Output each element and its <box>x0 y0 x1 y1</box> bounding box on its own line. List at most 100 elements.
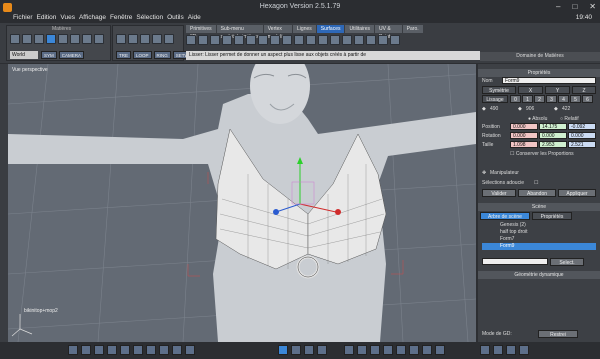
rotate-icon[interactable] <box>58 34 68 44</box>
view-side-icon[interactable] <box>81 345 91 355</box>
settings-icon[interactable] <box>519 345 529 355</box>
extrude-icon[interactable] <box>198 35 208 45</box>
apply-button[interactable]: Appliquer <box>558 189 596 197</box>
bridge-icon[interactable] <box>342 35 352 45</box>
smooth-icon[interactable] <box>186 35 196 45</box>
relative-radio[interactable]: ○ Relatif <box>560 116 579 122</box>
reset-camera-icon[interactable] <box>185 345 195 355</box>
select-field[interactable] <box>482 258 548 265</box>
render-icon[interactable] <box>435 345 445 355</box>
xray-icon[interactable] <box>422 345 432 355</box>
camera-button[interactable]: CAMERA <box>58 51 85 59</box>
subdivide-icon[interactable] <box>354 35 364 45</box>
universal-manip-icon[interactable] <box>82 34 92 44</box>
paint-select-icon[interactable] <box>34 34 44 44</box>
object-mode-icon[interactable] <box>152 34 162 44</box>
shading-smooth-icon[interactable] <box>344 345 354 355</box>
tube-icon[interactable] <box>270 35 280 45</box>
menu-affichage[interactable]: Affichage <box>79 14 106 21</box>
tab-sculpt-primitives[interactable]: Sub-menu sculpts/primitives <box>216 25 263 40</box>
keep-proportions-checkbox[interactable]: ☐ Conserver les Proportions <box>510 151 574 157</box>
sym-x-button[interactable]: X <box>518 86 543 94</box>
magnet-icon[interactable] <box>304 345 314 355</box>
space-select[interactable]: World <box>10 51 38 59</box>
view-top-icon[interactable] <box>94 345 104 355</box>
maximize-icon[interactable]: □ <box>572 2 577 11</box>
snap-grid-icon[interactable] <box>291 345 301 355</box>
shading-wire-icon[interactable] <box>370 345 380 355</box>
menu-aide[interactable]: Aide <box>188 14 201 21</box>
revolve-icon[interactable] <box>210 35 220 45</box>
position-x-field[interactable]: 0.000 <box>510 123 538 130</box>
smooth-level-1[interactable]: 1 <box>522 95 533 103</box>
shadow-icon[interactable] <box>409 345 419 355</box>
edge-mode-icon[interactable] <box>128 34 138 44</box>
face-mode-icon[interactable] <box>140 34 150 44</box>
size-x-field[interactable]: 1.098 <box>510 141 538 148</box>
blend-icon[interactable] <box>366 35 376 45</box>
tab-vertex-modeling[interactable]: Vertex modeling <box>263 25 293 40</box>
select-arrow-icon[interactable] <box>10 34 20 44</box>
snap-icon[interactable] <box>94 34 104 44</box>
camera-orbit-icon[interactable] <box>133 345 143 355</box>
ring-button[interactable]: RING <box>153 51 171 59</box>
tab-paro[interactable]: Paro. <box>402 25 423 33</box>
shell-icon[interactable] <box>306 35 316 45</box>
boolean-icon[interactable] <box>318 35 328 45</box>
tab-uv-peinture[interactable]: UV & Peinture <box>375 25 402 40</box>
redo-icon[interactable] <box>493 345 503 355</box>
position-z-field[interactable]: -0.092 <box>568 123 596 130</box>
position-y-field[interactable]: 14.175 <box>539 123 567 130</box>
rotation-x-field[interactable]: 0.000 <box>510 132 538 139</box>
grid-toggle-icon[interactable] <box>278 345 288 355</box>
sym-z-button[interactable]: Z <box>572 86 596 94</box>
move-icon[interactable] <box>46 34 56 44</box>
smooth-level-5[interactable]: 5 <box>570 95 581 103</box>
tab-surfaces[interactable]: Surfaces <box>316 25 345 33</box>
smooth-level-6[interactable]: 6 <box>582 95 593 103</box>
light-icon[interactable] <box>396 345 406 355</box>
lasso-icon[interactable] <box>22 34 32 44</box>
trim-icon[interactable] <box>378 35 388 45</box>
sym-button[interactable]: SYM <box>41 51 57 59</box>
vertex-mode-icon[interactable] <box>116 34 126 44</box>
abandon-button[interactable]: Abandon <box>518 189 556 197</box>
menu-fichier[interactable]: Fichier <box>13 14 33 21</box>
rotation-y-field[interactable]: 0.000 <box>539 132 567 139</box>
tre-button[interactable]: TRE <box>116 51 131 59</box>
tab-primitives-3d[interactable]: Primitives 3D <box>186 25 216 40</box>
tree-item-genesis[interactable]: Genesis (2) <box>482 222 596 229</box>
view-front-icon[interactable] <box>68 345 78 355</box>
view-perspective-icon[interactable] <box>107 345 117 355</box>
tab-lignes[interactable]: Lignes <box>293 25 316 33</box>
rotation-z-field[interactable]: 0.000 <box>568 132 596 139</box>
lock-icon[interactable] <box>317 345 327 355</box>
3d-viewport[interactable]: Vue perspective bikinitop+mop2 <box>8 64 476 342</box>
menu-fenetre[interactable]: Fenêtre <box>110 14 132 21</box>
cap-icon[interactable] <box>294 35 304 45</box>
tab-utilitaires[interactable]: Utilitaires <box>345 25 375 33</box>
size-z-field[interactable]: 2.521 <box>568 141 596 148</box>
smooth-level-4[interactable]: 4 <box>558 95 569 103</box>
menu-outils[interactable]: Outils <box>167 14 184 21</box>
validate-button[interactable]: Valider <box>482 189 516 197</box>
minimize-icon[interactable]: – <box>556 2 560 11</box>
select-button[interactable]: Select. <box>550 258 584 266</box>
patch-icon[interactable] <box>282 35 292 45</box>
smoothing-button[interactable]: Lissage <box>482 95 508 103</box>
tab-scene-tree[interactable]: Arbre de scène <box>480 212 530 220</box>
smooth-level-2[interactable]: 2 <box>534 95 545 103</box>
fillet-icon[interactable] <box>258 35 268 45</box>
wrap-icon[interactable] <box>390 35 400 45</box>
gd-mode-select[interactable]: Restrei <box>538 330 578 338</box>
symmetry-button[interactable]: Symétrie <box>482 86 516 94</box>
auto-mode-icon[interactable] <box>164 34 174 44</box>
absolute-radio[interactable]: ● Absolu <box>528 116 547 122</box>
camera-zoom-icon[interactable] <box>159 345 169 355</box>
sym-y-button[interactable]: Y <box>545 86 570 94</box>
tree-item-half-top[interactable]: half top droit <box>482 229 596 236</box>
tab-scene-properties[interactable]: Propriétés <box>532 212 572 220</box>
sweep-icon[interactable] <box>234 35 244 45</box>
loft-icon[interactable] <box>222 35 232 45</box>
frame-selection-icon[interactable] <box>172 345 182 355</box>
